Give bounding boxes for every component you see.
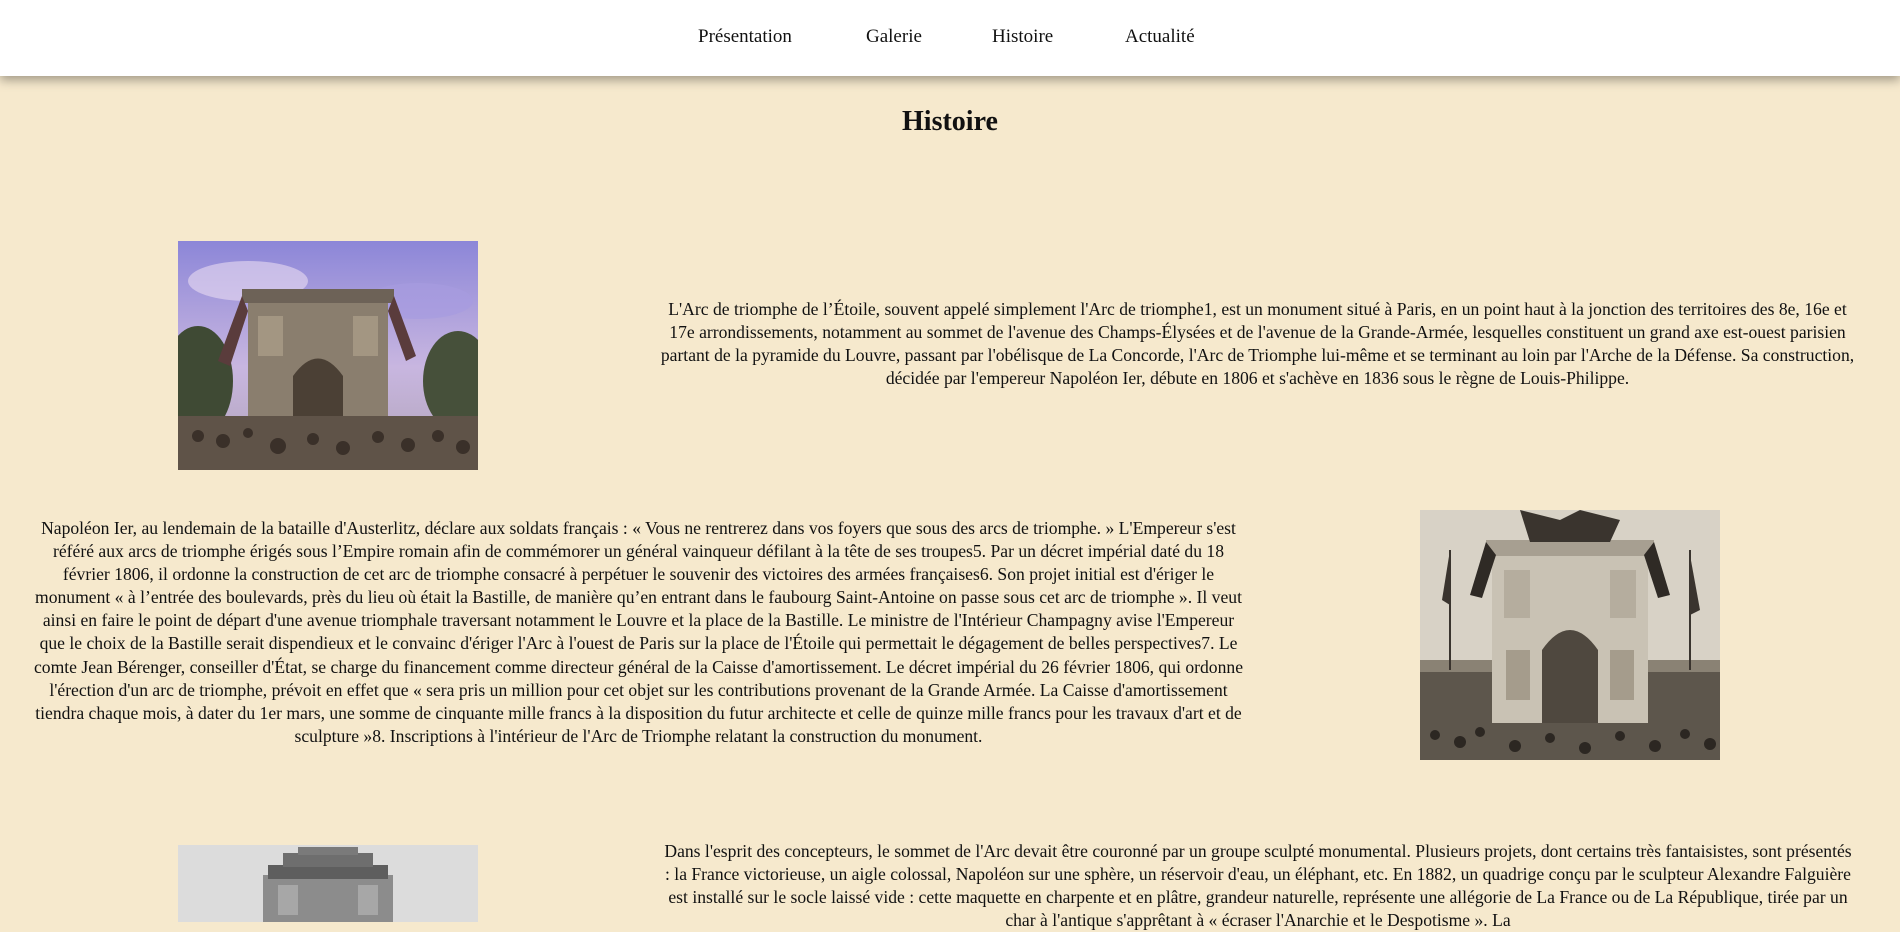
arc-bw-photo — [178, 845, 478, 922]
history-paragraph-1: L'Arc de triomphe de l’Étoile, souvent a… — [660, 299, 1855, 389]
history-paragraph-3: Dans l'esprit des concepteurs, le sommet… — [664, 841, 1852, 931]
nav-link-actualite[interactable]: Actualité — [1125, 26, 1195, 48]
nav-link-presentation[interactable]: Présentation — [698, 26, 792, 48]
top-navbar: Présentation Galerie Histoire Actualité — [0, 0, 1900, 76]
page-title: Histoire — [902, 106, 998, 137]
arc-painting-image — [178, 241, 478, 470]
nav-link-histoire[interactable]: Histoire — [992, 26, 1053, 48]
history-paragraph-2: Napoléon Ier, au lendemain de la bataill… — [33, 518, 1244, 746]
arc-sepia-photo — [1420, 510, 1720, 760]
nav-link-galerie[interactable]: Galerie — [866, 26, 922, 48]
